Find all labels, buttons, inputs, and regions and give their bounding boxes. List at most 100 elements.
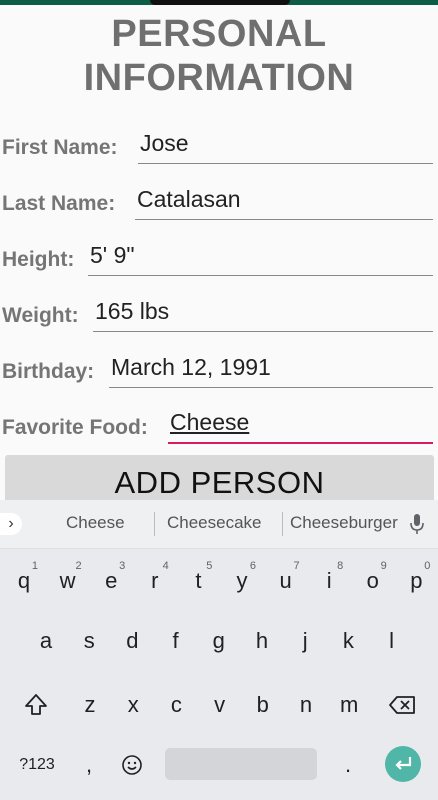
key-d[interactable]: d <box>112 615 152 667</box>
key-letter: g <box>212 628 225 653</box>
key-number-hint: 2 <box>75 560 82 572</box>
key-m[interactable]: m <box>329 679 369 731</box>
space-bar[interactable] <box>165 748 317 780</box>
key-letter: s <box>83 628 95 653</box>
key-letter: a <box>39 628 53 653</box>
suggestion-2[interactable]: Cheesecake <box>167 513 262 533</box>
height-input[interactable]: 5' 9" <box>88 242 433 276</box>
expand-chevron-icon[interactable]: › <box>0 513 22 535</box>
key-letter: q <box>17 568 31 593</box>
key-letter: w <box>59 568 76 593</box>
shift-arrow-icon <box>25 694 47 715</box>
key-c[interactable]: c <box>156 679 196 731</box>
key-o[interactable]: o9 <box>353 555 393 607</box>
suggestion-strip: › Cheese Cheesecake Cheeseburger <box>0 500 438 549</box>
key-u[interactable]: u7 <box>266 555 306 607</box>
key-letter: h <box>255 628 269 653</box>
key-s[interactable]: s <box>69 615 109 667</box>
enter-arrow-icon <box>395 757 412 770</box>
suggestion-1[interactable]: Cheese <box>66 513 125 533</box>
key-p[interactable]: p0 <box>396 555 436 607</box>
key-number-hint: 7 <box>293 560 300 572</box>
key-z[interactable]: z <box>70 679 110 731</box>
key-letter: j <box>302 628 308 653</box>
key-j[interactable]: j <box>285 615 325 667</box>
birthday-input[interactable]: March 12, 1991 <box>109 354 433 388</box>
key-k[interactable]: k <box>328 615 368 667</box>
weight-input[interactable]: 165 lbs <box>93 298 433 332</box>
favorite-food-label: Favorite Food: <box>2 416 148 439</box>
first-name-label: First Name: <box>2 136 118 159</box>
key-letter: u <box>279 568 292 593</box>
key-number-hint: 8 <box>337 560 344 572</box>
key-letter: r <box>151 568 159 593</box>
key-number-hint: 3 <box>119 560 126 572</box>
key-t[interactable]: t5 <box>178 555 218 607</box>
key-letter: z <box>84 692 96 717</box>
key-number-hint: 1 <box>31 560 38 572</box>
key-letter: n <box>299 692 313 717</box>
key-number-hint: 9 <box>380 560 387 572</box>
page-title: PERSONAL INFORMATION <box>0 12 438 100</box>
suggestion-3[interactable]: Cheeseburger <box>290 513 398 533</box>
backspace-icon <box>389 696 415 714</box>
height-label: Height: <box>2 248 75 271</box>
key-letter: b <box>256 692 269 717</box>
key-letter: x <box>127 692 139 717</box>
key-i[interactable]: i8 <box>309 555 349 607</box>
favorite-food-input[interactable]: Cheese <box>168 409 433 444</box>
key-letter: e <box>105 568 118 593</box>
key-letter: y <box>236 568 248 593</box>
first-name-input[interactable]: Jose <box>138 130 433 164</box>
key-n[interactable]: n <box>286 679 326 731</box>
period-key[interactable]: . <box>328 739 368 791</box>
key-r[interactable]: r4 <box>135 555 175 607</box>
key-letter: o <box>366 568 379 593</box>
key-letter: p <box>410 568 423 593</box>
key-number-hint: 6 <box>249 560 256 572</box>
key-letter: d <box>126 628 139 653</box>
last-name-row: Last Name: Catalasan <box>2 176 433 226</box>
camera-notch <box>150 0 290 5</box>
key-number-hint: 4 <box>162 560 169 572</box>
emoji-icon <box>122 755 142 775</box>
last-name-label: Last Name: <box>2 192 116 215</box>
key-h[interactable]: h <box>242 615 282 667</box>
key-f[interactable]: f <box>156 615 196 667</box>
key-q[interactable]: q1 <box>4 555 44 607</box>
weight-label: Weight: <box>2 304 79 327</box>
key-x[interactable]: x <box>113 679 153 731</box>
key-letter: f <box>172 628 179 653</box>
birthday-row: Birthday: March 12, 1991 <box>2 344 433 394</box>
shift-key[interactable] <box>16 679 56 731</box>
microphone-icon[interactable] <box>408 513 426 535</box>
key-b[interactable]: b <box>243 679 283 731</box>
favorite-food-row: Favorite Food: Cheese <box>2 400 433 450</box>
last-name-input[interactable]: Catalasan <box>135 186 433 220</box>
key-letter: c <box>170 692 182 717</box>
key-w[interactable]: w2 <box>48 555 88 607</box>
key-a[interactable]: a <box>26 615 66 667</box>
key-g[interactable]: g <box>199 615 239 667</box>
key-v[interactable]: v <box>200 679 240 731</box>
add-person-button[interactable]: ADD PERSON <box>5 455 434 505</box>
key-letter: l <box>389 628 395 653</box>
nav-bar <box>0 794 438 800</box>
key-letter: i <box>326 568 332 593</box>
key-letter: v <box>214 692 226 717</box>
key-number-hint: 0 <box>424 560 431 572</box>
emoji-key[interactable] <box>112 739 152 791</box>
key-l[interactable]: l <box>372 615 412 667</box>
weight-row: Weight: 165 lbs <box>2 288 433 338</box>
backspace-key[interactable] <box>382 679 422 731</box>
key-y[interactable]: y6 <box>222 555 262 607</box>
key-e[interactable]: e3 <box>91 555 131 607</box>
comma-key[interactable]: , <box>69 739 109 791</box>
suggestion-divider <box>282 512 283 536</box>
enter-key[interactable] <box>385 746 421 782</box>
first-name-row: First Name: Jose <box>2 120 433 170</box>
symbols-key[interactable]: ?123 <box>15 739 59 791</box>
key-letter: t <box>195 568 202 593</box>
key-letter: k <box>342 628 354 653</box>
key-letter: m <box>340 692 359 717</box>
